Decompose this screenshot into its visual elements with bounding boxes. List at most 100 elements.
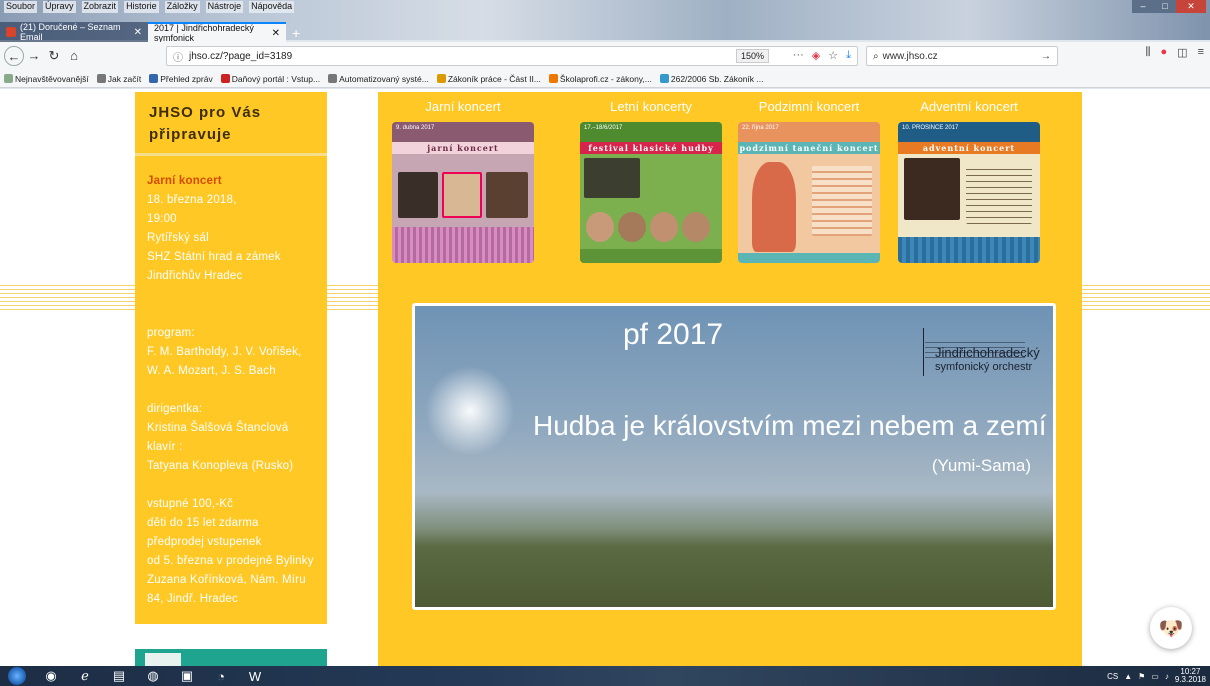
concert-title[interactable]: Podzimní koncert xyxy=(736,96,882,122)
pf-2017-banner: pf 2017 Jindřichohradecký symfonický orc… xyxy=(412,303,1056,610)
tray-expand-icon[interactable]: ▲ xyxy=(1124,672,1132,681)
pocket-icon[interactable]: ◈ xyxy=(812,49,820,62)
bookmark-item[interactable]: Zákoník práce - Část II... xyxy=(436,74,541,84)
poster-band: jarní koncert xyxy=(392,142,534,154)
event-name-link[interactable]: Jarní koncert xyxy=(147,172,327,191)
poster-band: podzimní taneční koncert xyxy=(738,142,880,154)
rss-icon xyxy=(149,74,159,83)
gear-icon xyxy=(4,74,13,83)
bookmark-item[interactable]: Jak začít xyxy=(96,74,141,84)
globe-icon xyxy=(96,74,106,83)
back-button[interactable]: ← xyxy=(4,46,24,66)
presale-label: předprodej vstupenek xyxy=(147,536,262,548)
network-icon[interactable]: ▭ xyxy=(1151,672,1159,681)
page-actions-icon[interactable]: ··· xyxy=(793,49,804,62)
banner-pf: pf 2017 xyxy=(623,318,724,351)
hamburger-menu-icon[interactable]: ≡ xyxy=(1198,46,1204,59)
concert-card-spring[interactable]: Jarní koncert 9. dubna 2017 jarní koncer… xyxy=(390,96,536,263)
language-indicator[interactable]: CS xyxy=(1107,672,1118,681)
acrobat-icon[interactable]: ▣ xyxy=(170,666,204,686)
main-content: Jarní koncert 9. dubna 2017 jarní koncer… xyxy=(378,92,1082,666)
poster-date: 10. PROSINCE 2017 xyxy=(902,125,959,131)
tab-jhso[interactable]: 2017 | Jindřichohradecký symfonick ✕ xyxy=(148,22,286,43)
bookmark-item[interactable]: Nejnavštěvovanější xyxy=(4,74,89,84)
banner-motto: Hudba je královstvím mezi nebem a zemí xyxy=(533,410,1047,441)
firefox-icon[interactable]: ◔ xyxy=(204,666,238,686)
presale-address: 84, Jindř. Hradec xyxy=(147,593,238,605)
bookmarks-toolbar: Nejnavštěvovanější Jak začít Přehled zpr… xyxy=(0,70,1210,88)
bookmark-star-icon[interactable]: ☆ xyxy=(828,49,838,62)
media-player-icon[interactable]: ◉ xyxy=(34,666,68,686)
flag-icon[interactable]: ⚑ xyxy=(1138,672,1145,681)
url-text: jhso.cz/?page_id=3189 xyxy=(189,50,293,62)
concert-poster[interactable]: 9. dubna 2017 jarní koncert xyxy=(392,122,534,263)
event-date: 18. března 2018, xyxy=(147,194,237,206)
ticket-price: vstupné 100,-Kč xyxy=(147,498,234,510)
logo-line-2: symfonický orchestr xyxy=(935,361,1033,373)
menu-history[interactable]: Historie xyxy=(124,1,159,13)
concert-card-advent[interactable]: Adventní koncert 10. PROSINCE 2017 adven… xyxy=(896,96,1042,263)
sidebar-title: JHSO pro Vás připravuje xyxy=(135,92,327,156)
tab-bar: (21) Doručené – Seznam Email ✕ 2017 | Ji… xyxy=(0,22,306,43)
search-input[interactable]: ⌕ www.jhso.cz → xyxy=(866,46,1058,66)
close-tab-icon[interactable]: ✕ xyxy=(134,27,142,38)
library-icon[interactable]: ⫼ xyxy=(1145,46,1150,59)
menu-bar: Soubor Úpravy Zobrazit Historie Záložky … xyxy=(4,1,295,13)
go-arrow-icon[interactable]: → xyxy=(1041,51,1051,62)
concert-title[interactable]: Letní koncerty xyxy=(578,96,724,122)
menu-help[interactable]: Nápověda xyxy=(249,1,295,13)
word-icon[interactable]: W xyxy=(238,666,272,686)
program-line: F. M. Bartholdy, J. V. Vořišek, xyxy=(147,346,302,358)
upcoming-sidebar: JHSO pro Vás připravuje Jarní koncert 18… xyxy=(135,92,327,624)
concert-poster[interactable]: 10. PROSINCE 2017 adventní koncert xyxy=(898,122,1040,263)
poster-date: 17.–18/6/2017 xyxy=(584,125,623,131)
reload-button[interactable]: ↻ xyxy=(44,46,64,66)
clock[interactable]: 10:27 9.3.2018 xyxy=(1175,668,1206,684)
maximize-button[interactable]: □ xyxy=(1154,0,1176,13)
event-venue: SHZ Státní hrad a zámek xyxy=(147,251,281,263)
menu-bookmarks[interactable]: Záložky xyxy=(164,1,200,13)
bookmark-item[interactable]: Školaprofi.cz - zákony,... xyxy=(548,74,652,84)
bookmark-item[interactable]: Automatizovaný systé... xyxy=(328,74,429,84)
poster-band: adventní koncert xyxy=(898,142,1040,154)
menu-tools[interactable]: Nástroje xyxy=(205,1,244,13)
concert-title[interactable]: Jarní koncert xyxy=(390,96,536,122)
forward-button[interactable]: → xyxy=(24,46,44,66)
concert-card-summer[interactable]: Letní koncerty 17.–18/6/2017 festival kl… xyxy=(578,96,724,263)
bookmark-item[interactable]: Daňový portál : Vstup... xyxy=(220,74,320,84)
download-icon[interactable]: ⤓ xyxy=(846,49,851,62)
zoom-indicator[interactable]: 150% xyxy=(735,49,769,63)
new-tab-button[interactable]: + xyxy=(286,24,306,42)
info-icon[interactable]: ⓘ xyxy=(173,49,183,64)
school-icon xyxy=(548,74,558,83)
ticket-kids: děti do 15 let zdarma xyxy=(147,517,259,529)
concert-poster[interactable]: 17.–18/6/2017 festival klasické hudby xyxy=(580,122,722,263)
home-button[interactable]: ⌂ xyxy=(64,46,84,66)
concert-poster[interactable]: 22. října 2017 podzimní taneční koncert xyxy=(738,122,880,263)
sidebar-thumbnail[interactable] xyxy=(135,649,327,666)
tab-email[interactable]: (21) Doručené – Seznam Email ✕ xyxy=(0,22,148,42)
globe-icon xyxy=(328,74,338,83)
menu-edit[interactable]: Úpravy xyxy=(43,1,76,13)
minimize-button[interactable]: – xyxy=(1132,0,1154,13)
bookmark-item[interactable]: 262/2006 Sb. Zákoník ... xyxy=(659,74,764,84)
dog-mascot-button[interactable]: 🐶 xyxy=(1150,607,1192,649)
volume-icon[interactable]: ♪ xyxy=(1165,672,1169,681)
concert-card-autumn[interactable]: Podzimní koncert 22. října 2017 podzimní… xyxy=(736,96,882,263)
presale-shop: Zuzana Kořínková, Nám. Míru xyxy=(147,574,306,586)
start-button[interactable] xyxy=(8,667,26,685)
chrome-icon[interactable]: ◍ xyxy=(136,666,170,686)
menu-file[interactable]: Soubor xyxy=(4,1,38,13)
pocket-list-icon[interactable]: ● xyxy=(1161,46,1168,59)
law-icon xyxy=(436,74,446,83)
sidebar-toggle-icon[interactable]: ◫ xyxy=(1177,46,1187,59)
window-controls: – □ ✕ xyxy=(1132,0,1206,13)
close-window-button[interactable]: ✕ xyxy=(1176,0,1206,13)
url-bar[interactable]: ⓘ jhso.cz/?page_id=3189 150% ··· ◈ ☆ ⤓ xyxy=(166,46,858,66)
menu-view[interactable]: Zobrazit xyxy=(81,1,119,13)
ie-icon[interactable]: ℯ xyxy=(68,666,102,686)
close-tab-icon[interactable]: ✕ xyxy=(272,28,280,39)
concert-title[interactable]: Adventní koncert xyxy=(896,96,1042,122)
bookmark-item[interactable]: Přehled zpráv xyxy=(149,74,213,84)
folder-icon[interactable]: ▤ xyxy=(102,666,136,686)
